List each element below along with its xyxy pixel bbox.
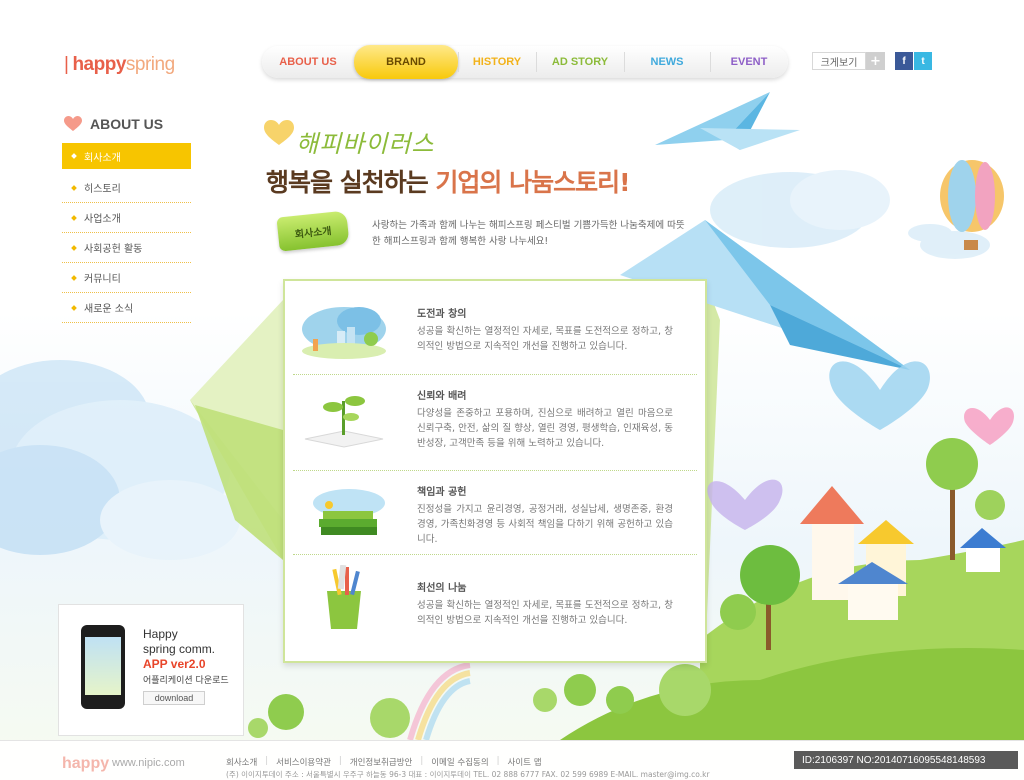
nav-about-us[interactable]: ABOUT US xyxy=(262,46,354,78)
diamond-bullet-icon xyxy=(71,184,77,191)
watermark-text: www.nipic.com xyxy=(112,757,185,769)
heart-icon xyxy=(64,116,82,131)
nav-label: AD STORY xyxy=(551,56,609,68)
footer-link[interactable]: 회사소개 xyxy=(226,756,257,768)
sidebar-title: ABOUT US xyxy=(90,116,164,132)
sidebar-item-label: 커뮤니티 xyxy=(84,274,121,285)
promo-version: APP ver2.0 xyxy=(143,657,206,671)
footer-link[interactable]: 서비스이용약관 xyxy=(276,756,331,768)
nav-label: EVENT xyxy=(730,56,768,68)
download-button[interactable]: download xyxy=(143,691,205,705)
sidebar-item-business[interactable]: 사업소개 xyxy=(62,203,191,233)
smartphone-icon xyxy=(81,625,125,709)
sidebar-item-label: 회사소개 xyxy=(84,152,121,164)
city-landscape-icon xyxy=(302,307,386,359)
title-part-b: 기업의 나눔스토리! xyxy=(435,168,630,197)
diamond-bullet-icon xyxy=(71,244,77,251)
nav-label: NEWS xyxy=(650,56,684,68)
footer-link[interactable]: 사이트 맵 xyxy=(508,756,542,768)
logo-bar: | xyxy=(64,54,69,75)
footer: happy www.nipic.com 회사소개 | 서비스이용약관 | 개인정보취… xyxy=(0,740,1024,780)
promo-title: Happy spring comm. xyxy=(143,627,215,657)
section-body: 다양성을 존중하고 포용하며, 진심으로 배려하고 열린 마음으로 신뢰구축, … xyxy=(417,408,673,449)
sidebar-heading: ABOUT US xyxy=(64,116,163,132)
promo-line2: spring comm. xyxy=(143,642,216,656)
section-row: 최선의 나눔 성공을 확신하는 열정적인 자세로, 목표를 도전적으로 정하고,… xyxy=(293,555,697,651)
intro-text: 사랑하는 가족과 함께 나누는 해피스프링 페스티벌 기쁨가득한 나눔축제에 따… xyxy=(372,220,685,247)
footer-links: 회사소개 | 서비스이용약관 | 개인정보취급방안 | 이메일 수집동의 | 사이트 맵 xyxy=(226,756,542,768)
footer-address: (주) 이이지투데이 주소 : 서울특별시 우주구 하늘동 96-3 대표 : … xyxy=(226,770,710,779)
section-row: 신뢰와 배려 다양성을 존중하고 포용하며, 진심으로 배려하고 열린 마음으로… xyxy=(293,375,697,471)
nav-label: ABOUT US xyxy=(279,56,337,68)
title-part-a: 행복을 실천하는 xyxy=(266,168,436,197)
yellow-heart-icon xyxy=(264,120,294,145)
sidebar-item-label: 사회공헌 활동 xyxy=(84,244,143,255)
nav-label: BRAND xyxy=(386,56,426,68)
sidebar-item-social[interactable]: 사회공헌 활동 xyxy=(62,233,191,263)
app-promo-box: Happy spring comm. APP ver2.0 어플리케이션 다운로… xyxy=(58,604,244,736)
sidebar-item-news[interactable]: 새로운 소식 xyxy=(62,293,191,323)
footer-logo: happy xyxy=(62,755,110,772)
section-body: 진정성을 가지고 윤리경영, 공정거래, 성실납세, 생명존중, 환경경영, 가… xyxy=(417,504,673,545)
section-body: 성공을 확신하는 열정적인 자세로, 목표를 도전적으로 정하고, 창의적인 방… xyxy=(417,600,673,626)
section-heading: 신뢰와 배려 xyxy=(417,391,467,402)
section-row: 도전과 창의 성공을 확신하는 열정적인 자세로, 목표를 도전적으로 정하고,… xyxy=(293,291,697,375)
diamond-bullet-icon xyxy=(71,274,77,281)
footer-link[interactable]: 이메일 수집동의 xyxy=(431,756,488,768)
nav-ad-story[interactable]: AD STORY xyxy=(536,46,624,78)
nav-news[interactable]: NEWS xyxy=(624,46,710,78)
content-card: 도전과 창의 성공을 확신하는 열정적인 자세로, 목표를 도전적으로 정하고,… xyxy=(283,279,707,663)
nav-event[interactable]: EVENT xyxy=(710,46,788,78)
sidebar-menu: 회사소개 히스토리 사업소개 사회공헌 활동 커뮤니티 새로운 소식 xyxy=(62,143,191,323)
twitter-button[interactable]: t xyxy=(914,52,932,70)
nav-brand[interactable]: BRAND xyxy=(354,45,458,79)
zoom-plus-button[interactable]: + xyxy=(866,52,885,70)
section-heading: 책임과 공헌 xyxy=(417,487,467,498)
promo-subtitle: 어플리케이션 다운로드 xyxy=(143,676,229,686)
logo-spring: spring xyxy=(125,54,175,75)
section-heading: 도전과 창의 xyxy=(417,309,467,320)
stacked-books-icon xyxy=(313,489,385,535)
sidebar-item-label: 히스토리 xyxy=(84,184,121,195)
sidebar-item-community[interactable]: 커뮤니티 xyxy=(62,263,191,293)
top-navigation: ABOUT US BRAND HISTORY AD STORY NEWS EVE… xyxy=(262,45,788,79)
promo-line1: Happy xyxy=(143,627,178,641)
rainbow xyxy=(407,662,471,741)
zoom-button[interactable]: 크게보기 xyxy=(812,52,866,70)
logo-happy: happy xyxy=(72,54,126,75)
nav-history[interactable]: HISTORY xyxy=(458,46,536,78)
paper-plane-small xyxy=(655,92,800,150)
diamond-bullet-icon xyxy=(71,153,77,159)
logo[interactable]: | happyspring xyxy=(64,54,175,76)
section-row: 책임과 공헌 진정성을 가지고 윤리경영, 공정거래, 성실납세, 생명존중, … xyxy=(293,471,697,555)
sidebar-item-history[interactable]: 히스토리 xyxy=(62,173,191,203)
facebook-button[interactable]: f xyxy=(895,52,913,70)
page-title: 행복을 실천하는 기업의 나눔스토리! xyxy=(266,163,631,199)
diamond-bullet-icon xyxy=(71,214,77,221)
sidebar-item-label: 새로운 소식 xyxy=(84,304,134,315)
section-body: 성공을 확신하는 열정적인 자세로, 목표를 도전적으로 정하고, 창의적인 방… xyxy=(417,326,673,352)
book-sprout-icon xyxy=(304,396,384,448)
script-title: 해피바이러스 xyxy=(296,130,435,158)
nav-label: HISTORY xyxy=(472,56,522,68)
image-id-watermark: ID:2106397 NO:20140716095548148593 xyxy=(794,751,1018,769)
footer-link[interactable]: 개인정보취급방안 xyxy=(350,756,413,768)
section-heading: 최선의 나눔 xyxy=(417,583,467,594)
sidebar-item-label: 사업소개 xyxy=(84,214,121,225)
sidebar-item-company[interactable]: 회사소개 xyxy=(62,143,191,169)
diamond-bullet-icon xyxy=(71,304,77,311)
pencil-cup-icon xyxy=(327,565,361,629)
